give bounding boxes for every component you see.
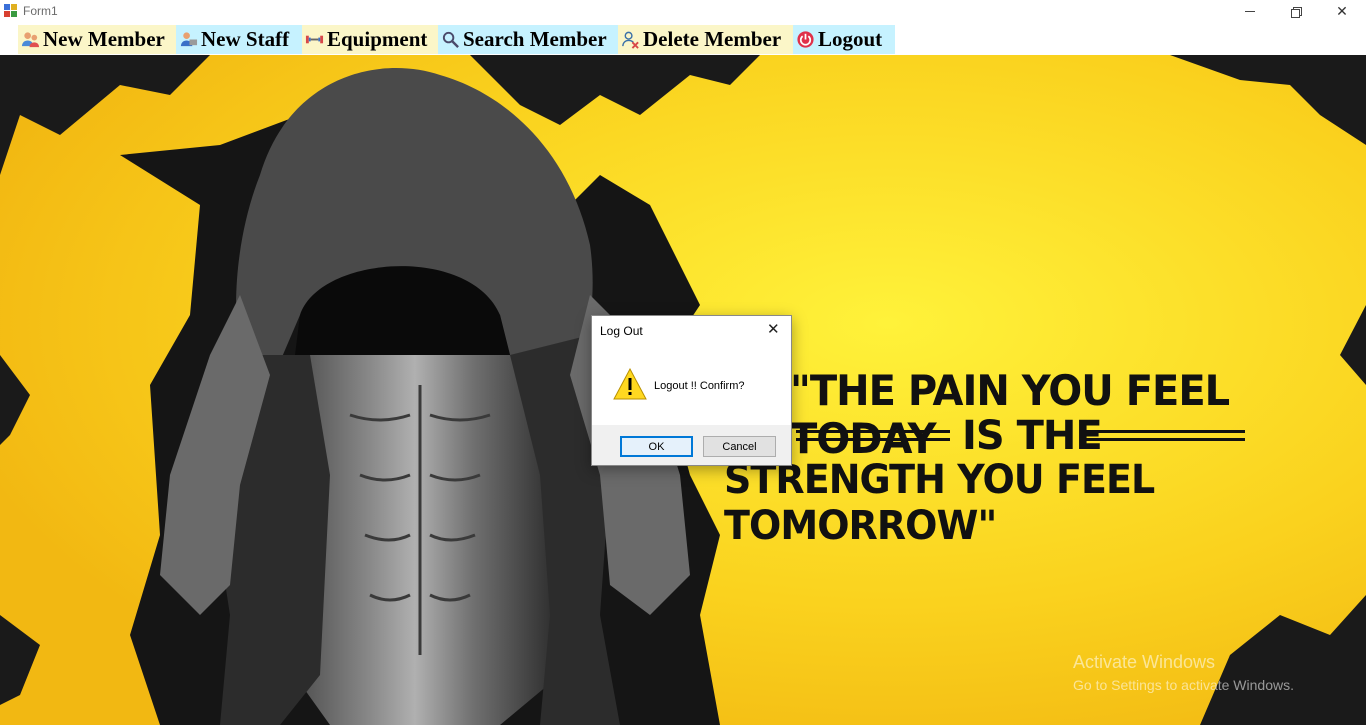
menu-label: Logout <box>818 27 883 51</box>
dialog-footer: OK Cancel <box>592 425 791 465</box>
close-icon: ✕ <box>767 320 780 338</box>
menu-label: New Member <box>43 27 165 51</box>
quote-line-3: STRENGTH YOU FEEL TOMORROW" <box>724 457 1155 549</box>
logout-dialog: Log Out ✕ Logout !! Confirm? OK Cancel <box>591 315 792 466</box>
menu-logout[interactable]: Logout <box>793 25 895 54</box>
staff-icon <box>180 32 198 47</box>
menu-equipment[interactable]: Equipment <box>302 25 438 54</box>
users-icon <box>21 32 40 48</box>
dumbbell-icon <box>305 35 324 44</box>
search-icon <box>442 31 459 48</box>
menu-label: Equipment <box>327 27 428 51</box>
menu-label: Delete Member <box>643 27 782 51</box>
minimize-button[interactable] <box>1227 0 1273 23</box>
cancel-button[interactable]: Cancel <box>703 436 776 457</box>
quote-line-2: IS THE <box>962 413 1103 459</box>
dialog-title: Log Out <box>600 324 643 338</box>
menu-search-member[interactable]: Search Member <box>438 25 618 54</box>
close-icon: ✕ <box>1336 3 1348 20</box>
app-icon <box>4 4 18 18</box>
menu-label: Search Member <box>463 27 607 51</box>
restore-icon <box>1291 6 1302 18</box>
power-icon <box>797 31 814 48</box>
menu-label: New Staff <box>201 27 290 51</box>
window-title: Form1 <box>23 4 58 18</box>
menu-delete-member[interactable]: Delete Member <box>618 25 793 54</box>
menu-strip: New Member New Staff Equipment Search Me… <box>0 23 1366 55</box>
ok-button[interactable]: OK <box>620 436 693 457</box>
activation-watermark-title: Activate Windows <box>1073 652 1216 672</box>
close-button[interactable]: ✕ <box>1319 0 1365 23</box>
warning-icon <box>613 368 647 400</box>
activation-watermark-subtitle: Go to Settings to activate Windows. <box>1073 677 1294 693</box>
dialog-close-button[interactable]: ✕ <box>767 321 780 337</box>
menu-new-member[interactable]: New Member <box>18 25 176 54</box>
minimize-icon <box>1245 11 1255 12</box>
menu-new-staff[interactable]: New Staff <box>176 25 302 54</box>
dialog-message: Logout !! Confirm? <box>654 380 745 392</box>
user-remove-icon <box>622 31 639 49</box>
restore-button[interactable] <box>1273 0 1319 23</box>
title-bar: Form1 ✕ <box>0 0 1366 23</box>
